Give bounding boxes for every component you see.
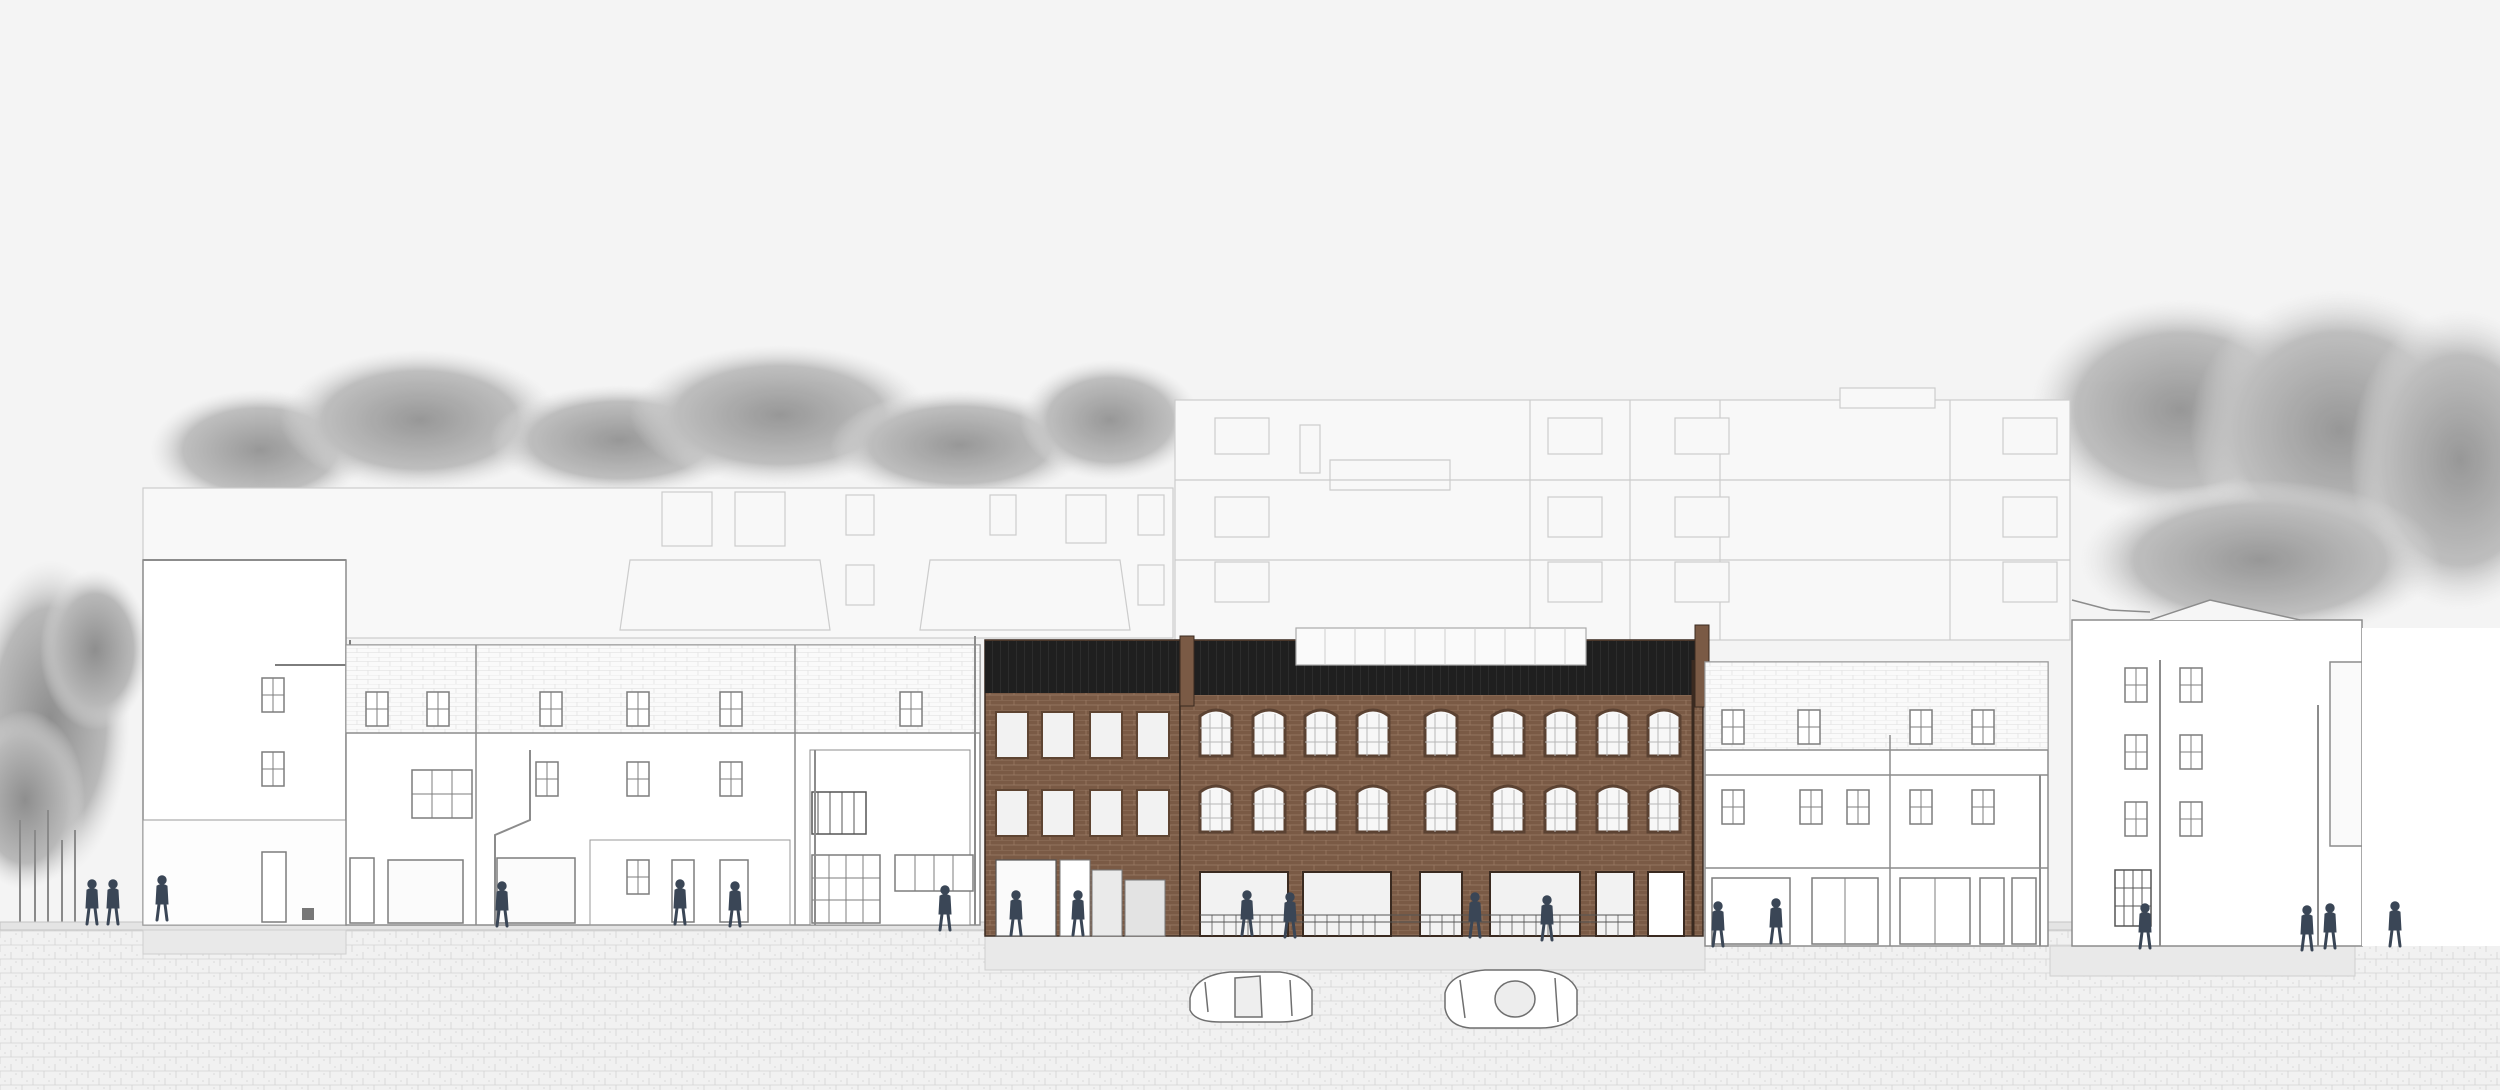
car-icon — [1444, 969, 1578, 1029]
roof — [985, 641, 1180, 693]
street-elevation-drawing — [0, 0, 2500, 1090]
building-white-right — [1704, 661, 2049, 947]
building-white-terrace — [345, 636, 981, 926]
building-brick-main — [1179, 624, 1710, 937]
building-left-tall — [142, 559, 351, 926]
car-icon — [1189, 971, 1313, 1023]
building-right-tall — [2071, 599, 2500, 947]
roof-lantern — [1295, 627, 1587, 666]
